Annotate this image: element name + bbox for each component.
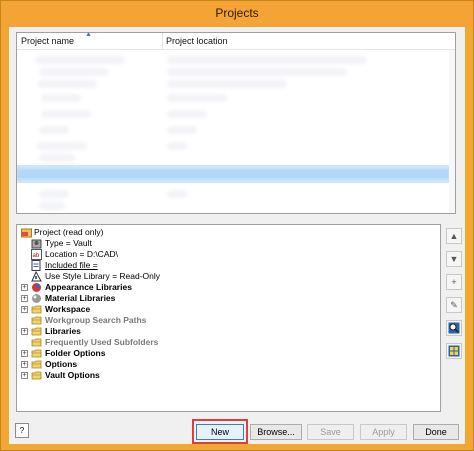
material-libraries-icon [31, 293, 42, 304]
arrow-up-icon: ▲ [449, 231, 459, 241]
find-button[interactable] [446, 320, 462, 336]
help-icon: ? [19, 426, 25, 435]
list-item[interactable] [39, 202, 65, 210]
tree-item-label: Use Style Library = Read-Only [45, 271, 161, 281]
expand-icon[interactable]: + [21, 295, 28, 302]
tree-item-label: Libraries [45, 326, 81, 336]
tree-item-label: Appearance Libraries [45, 282, 132, 292]
list-item[interactable] [167, 142, 187, 150]
list-item[interactable] [41, 94, 81, 102]
list-item[interactable] [39, 190, 69, 198]
tree-item-label: Workspace [45, 304, 91, 314]
browse-button[interactable]: Browse... [250, 424, 302, 440]
sort-ascending-icon: ▲ [85, 32, 92, 38]
list-item[interactable] [37, 142, 87, 150]
plus-icon: + [451, 277, 457, 287]
window-title: Projects [215, 6, 259, 20]
apply-button[interactable]: Apply [360, 424, 407, 440]
project-list-body [17, 50, 455, 213]
appearance-libraries-icon [31, 282, 42, 293]
tree-item-label: Folder Options [45, 348, 106, 358]
tree-item-label: Project (read only) [34, 227, 104, 237]
subfolders-icon [31, 337, 42, 348]
list-item[interactable] [167, 68, 347, 76]
expand-icon[interactable]: + [21, 372, 28, 379]
project-list[interactable]: Project name ▲ Project location [16, 32, 456, 214]
move-up-button[interactable]: ▲ [446, 228, 462, 244]
list-item[interactable] [167, 56, 367, 64]
tree-item-label: Vault Options [45, 370, 100, 380]
new-button[interactable]: New [196, 424, 244, 440]
column-separator[interactable] [162, 33, 163, 50]
tree-item-label: Options [45, 359, 78, 369]
tree-item-label: Included file = [45, 260, 98, 270]
project-icon [21, 227, 32, 238]
arrow-down-icon: ▼ [449, 254, 459, 264]
libraries-icon [31, 326, 42, 337]
expand-icon[interactable]: + [21, 284, 28, 291]
style-library-icon [31, 270, 42, 282]
tree-item-label: Workgroup Search Paths [45, 315, 147, 325]
help-button[interactable]: ? [15, 423, 29, 438]
list-item[interactable] [167, 110, 207, 118]
column-project-name[interactable]: Project name [21, 36, 74, 46]
list-item[interactable] [167, 190, 187, 198]
location-icon: ab [31, 249, 42, 260]
included-file-icon [31, 260, 42, 271]
done-button[interactable]: Done [413, 424, 459, 440]
dialog-client-area: Project name ▲ Project location Project … [9, 27, 465, 444]
expand-icon[interactable]: + [21, 350, 28, 357]
list-item[interactable] [39, 68, 109, 76]
tree-item-label: Material Libraries [45, 293, 116, 303]
list-item[interactable] [37, 80, 97, 88]
projects-dialog: Projects Project name ▲ Project location [0, 0, 474, 451]
vault-type-icon [31, 238, 42, 249]
list-item[interactable] [41, 110, 91, 118]
list-scrollbar[interactable] [449, 50, 455, 213]
list-item[interactable] [39, 154, 75, 162]
configure-button[interactable] [446, 343, 462, 359]
expand-icon[interactable]: + [21, 328, 28, 335]
selected-project-row[interactable] [17, 165, 449, 183]
project-list-header: Project name ▲ Project location [17, 33, 455, 50]
tree-item-label: Frequently Used Subfolders [45, 337, 159, 347]
edit-button[interactable]: ✎ [446, 297, 462, 313]
options-icon [31, 359, 42, 370]
project-settings-tree[interactable]: Project (read only) Type = Vault ab Locatio… [16, 224, 441, 412]
list-item[interactable] [35, 56, 125, 64]
title-bar: Projects [1, 1, 473, 27]
list-item[interactable] [167, 80, 287, 88]
add-button[interactable]: + [446, 274, 462, 290]
list-item[interactable] [167, 126, 197, 134]
column-project-location[interactable]: Project location [166, 36, 228, 46]
magnifier-icon [448, 322, 460, 334]
tree-item-label: Location = D:\CAD\ [45, 249, 118, 259]
expand-icon[interactable]: + [21, 306, 28, 313]
save-button[interactable]: Save [307, 424, 354, 440]
list-item[interactable] [39, 126, 69, 134]
list-item[interactable] [167, 94, 227, 102]
tree-item-label: Type = Vault [45, 238, 92, 248]
svg-text:ab: ab [33, 253, 40, 259]
grid-settings-icon [448, 345, 460, 357]
workgroup-icon [31, 315, 42, 326]
folder-options-icon [31, 348, 42, 359]
pencil-icon: ✎ [450, 300, 458, 310]
workspace-icon [31, 304, 42, 315]
move-down-button[interactable]: ▼ [446, 251, 462, 267]
vault-options-icon [31, 370, 42, 381]
expand-icon[interactable]: + [21, 361, 28, 368]
